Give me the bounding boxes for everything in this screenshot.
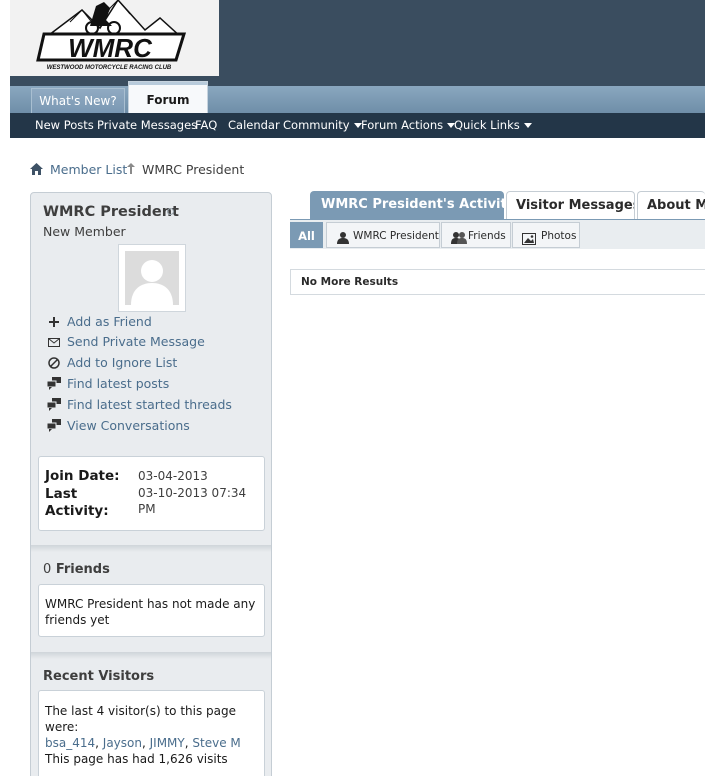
tab-visitor-messages[interactable]: Visitor Messages xyxy=(506,191,635,219)
nav-calendar[interactable]: Calendar xyxy=(228,113,280,138)
filter-user-label: WMRC President xyxy=(353,230,439,242)
member-info-box: Join Date: 03-04-2013 Last Activity: 03-… xyxy=(38,456,265,531)
friends-empty-text: WMRC President has not made any friends … xyxy=(45,596,255,628)
block-separator xyxy=(31,545,271,552)
nav-forum-actions-label: Forum Actions xyxy=(361,118,444,132)
add-friend-label: Add as Friend xyxy=(67,314,152,329)
default-avatar-icon xyxy=(125,251,179,305)
conversations-icon xyxy=(46,419,61,433)
recent-visitors-box: The last 4 visitor(s) to this page were:… xyxy=(38,690,265,776)
friends-empty-line-2: friends yet xyxy=(45,613,110,627)
friends-heading: 0 Friends xyxy=(43,562,110,577)
threads-icon xyxy=(46,398,61,412)
no-more-results: No More Results xyxy=(290,269,705,295)
ignore-list-label: Add to Ignore List xyxy=(67,355,178,370)
last-activity-label-2: Activity: xyxy=(45,503,109,519)
photo-icon xyxy=(522,229,536,255)
tab-activity[interactable]: WMRC President's Activity xyxy=(310,191,504,219)
friends-count: 0 xyxy=(43,562,52,577)
logo-text: WMRC xyxy=(68,33,153,63)
filter-friends-label: Friends xyxy=(468,230,506,242)
tab-whats-new[interactable]: What's New? xyxy=(31,88,125,113)
join-date-value: 03-04-2013 xyxy=(138,469,208,483)
breadcrumb-separator-icon xyxy=(127,163,135,177)
nav-private-messages[interactable]: Private Messages xyxy=(97,113,197,138)
friends-icon xyxy=(451,228,467,254)
logo-graphic: WMRC WESTWOOD MOTORCYCLE RACING CLUB xyxy=(36,0,187,71)
last-activity-value-1: 03-10-2013 07:34 xyxy=(138,486,247,500)
home-icon[interactable] xyxy=(30,163,43,178)
join-date-label: Join Date: xyxy=(45,468,120,484)
nav-bar: New Posts Private Messages FAQ Calendar … xyxy=(10,113,705,138)
posts-icon xyxy=(46,377,61,391)
envelope-icon xyxy=(47,335,61,349)
visitors-line-1: The last 4 visitor(s) to this page xyxy=(45,704,237,718)
send-pm-label: Send Private Message xyxy=(67,334,205,349)
last-activity-value-2: PM xyxy=(138,502,156,516)
last-activity-label-1: Last xyxy=(45,486,78,502)
offline-status-icon xyxy=(167,208,174,215)
user-icon xyxy=(337,228,349,254)
find-threads-label: Find latest started threads xyxy=(67,397,232,412)
nav-forum-actions[interactable]: Forum Actions xyxy=(361,113,456,138)
nav-community[interactable]: Community xyxy=(283,113,362,138)
breadcrumb-current: WMRC President xyxy=(142,162,245,177)
nav-community-label: Community xyxy=(283,118,350,132)
filter-user[interactable]: WMRC President xyxy=(326,222,440,248)
nav-faq[interactable]: FAQ xyxy=(195,113,217,138)
friends-empty-line-1: WMRC President has not made any xyxy=(45,597,256,611)
block-icon xyxy=(47,356,61,370)
recent-visitors-text: The last 4 visitor(s) to this page were:… xyxy=(45,703,241,767)
visitors-line-2: were: xyxy=(45,720,79,734)
recent-visitors-heading: Recent Visitors xyxy=(43,669,155,684)
friends-box: WMRC President has not made any friends … xyxy=(38,584,265,637)
profile-tabs: WMRC President's Activity Visitor Messag… xyxy=(290,191,705,219)
visitor-link[interactable]: JIMMY xyxy=(150,736,185,750)
tab-about-me[interactable]: About Me xyxy=(637,191,705,219)
friends-heading-label: Friends xyxy=(55,562,110,577)
breadcrumb-member-list[interactable]: Member List xyxy=(50,162,127,177)
visitor-link[interactable]: bsa_414 xyxy=(45,736,95,750)
site-logo[interactable]: WMRC WESTWOOD MOTORCYCLE RACING CLUB xyxy=(10,0,219,76)
site-header: WMRC WESTWOOD MOTORCYCLE RACING CLUB xyxy=(10,0,705,86)
profile-sidebar: WMRC President New Member Add as Friend … xyxy=(30,192,272,776)
filter-photos-label: Photos xyxy=(541,230,577,242)
visit-count-text: This page has had 1,626 visits xyxy=(45,752,228,766)
visitor-link[interactable]: Steve M xyxy=(192,736,240,750)
activity-filter-bar: All WMRC President Friends Photos xyxy=(290,219,705,249)
nav-quick-links[interactable]: Quick Links xyxy=(454,113,532,138)
tab-bar: What's New? Forum xyxy=(10,81,705,113)
view-conversations-label: View Conversations xyxy=(67,418,190,433)
logo-tagline: WESTWOOD MOTORCYCLE RACING CLUB xyxy=(47,65,172,71)
nav-new-posts[interactable]: New Posts xyxy=(35,113,94,138)
filter-photos[interactable]: Photos xyxy=(512,222,580,248)
visitor-link[interactable]: Jayson xyxy=(103,736,142,750)
chevron-down-icon xyxy=(523,123,532,128)
find-posts-label: Find latest posts xyxy=(67,376,170,391)
profile-usertitle: New Member xyxy=(43,224,126,239)
avatar xyxy=(118,244,186,312)
block-separator xyxy=(31,652,271,659)
visitor-list: bsa_414, Jayson, JIMMY, Steve M xyxy=(45,736,241,750)
nav-quick-links-label: Quick Links xyxy=(454,118,520,132)
tab-forum[interactable]: Forum xyxy=(128,81,208,113)
filter-friends[interactable]: Friends xyxy=(441,222,511,248)
filter-all[interactable]: All xyxy=(290,222,323,248)
profile-username: WMRC President xyxy=(43,204,179,220)
plus-icon xyxy=(47,315,61,329)
